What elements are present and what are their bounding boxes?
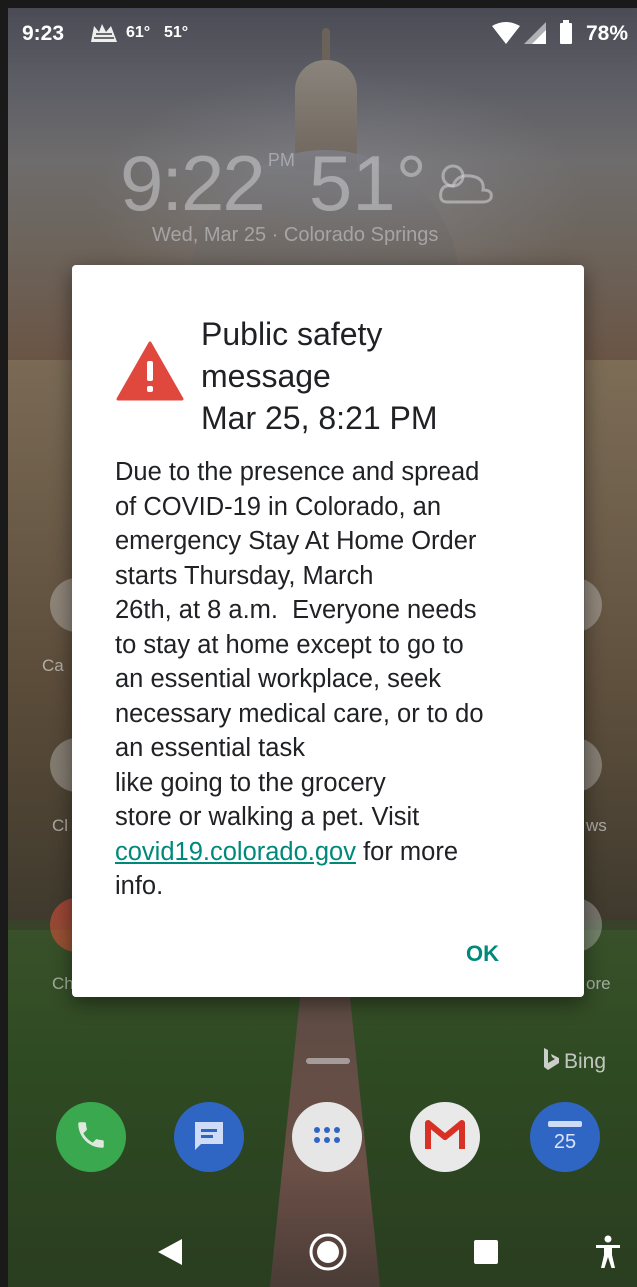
status-temp-low: 51° [164, 24, 189, 41]
message-line: an essential workplace, seek [115, 665, 442, 693]
home-icon [308, 1232, 348, 1277]
bing-search[interactable]: Bing [542, 1048, 606, 1076]
status-time: 9:23 [22, 22, 65, 45]
dialog-title: Public safety message Mar 25, 8:21 PM [201, 313, 561, 439]
dialog-title-line: message [201, 358, 331, 394]
accessibility-icon [595, 1235, 621, 1274]
ghost-app-label: ws [586, 816, 607, 835]
app-drawer-app[interactable] [292, 1102, 362, 1172]
partly-cloudy-icon [433, 158, 497, 208]
message-line: of COVID-19 in Colorado, an [115, 492, 441, 521]
status-bar: 9:23 61° 51° 78% [8, 12, 637, 52]
app-drawer-icon [312, 1125, 342, 1150]
public-safety-dialog: Public safety message Mar 25, 8:21 PM Du… [72, 265, 584, 997]
message-line: starts Thursday, March [115, 561, 374, 590]
recents-icon [472, 1238, 500, 1271]
clock-widget[interactable]: 9:22 PM 51° [120, 138, 497, 228]
wallpaper-building-left [8, 360, 78, 920]
app-drawer-handle[interactable] [306, 1058, 350, 1064]
clock-temperature: 51° [308, 139, 427, 227]
messages-icon [191, 1118, 227, 1157]
phone-icon [74, 1118, 108, 1157]
message-line: an essential task [115, 734, 305, 762]
ghost-app-label: Ca [42, 656, 64, 675]
covid-info-link[interactable]: covid19.colorado.gov [115, 838, 356, 866]
accessibility-button[interactable] [586, 1232, 630, 1276]
message-line: info. [115, 872, 164, 900]
calendar-app[interactable]: 25 [530, 1102, 600, 1172]
bing-logo-icon [542, 1048, 560, 1076]
gmail-icon [424, 1119, 466, 1156]
dialog-title-line: Public safety [201, 316, 383, 352]
battery-icon [560, 20, 572, 44]
dialog-timestamp: Mar 25, 8:21 PM [201, 400, 438, 436]
calendar-day: 25 [553, 1130, 577, 1153]
signal-icon [524, 22, 546, 44]
calendar-icon: 25 [548, 1120, 582, 1154]
ghost-app-label: Ch [52, 974, 74, 993]
screen-border-left [0, 0, 8, 1287]
ok-button[interactable]: OK [466, 941, 499, 967]
warning-triangle-icon [116, 341, 184, 401]
message-link-suffix: for more [356, 837, 459, 866]
clock-subtitle: Wed, Mar 25 · Colorado Springs [152, 224, 439, 246]
ghost-app-label: Cl [52, 816, 69, 835]
status-temp-high: 61° [126, 24, 151, 41]
message-line: 26th, at 8 a.m. Everyone needs [115, 596, 477, 624]
bing-label: Bing [564, 1050, 607, 1073]
navigation-bar [8, 1210, 637, 1287]
message-line: like going to the grocery [115, 768, 386, 797]
home-button[interactable] [306, 1232, 350, 1276]
screen-border-top [0, 0, 637, 8]
back-icon [156, 1237, 184, 1272]
message-line: store or walking a pet. Visit [115, 803, 420, 831]
message-line: emergency Stay At Home Order [115, 527, 477, 555]
ghost-app-label: ore [586, 974, 611, 993]
clock-time: 9:22 [120, 139, 266, 227]
phone-app[interactable] [56, 1102, 126, 1172]
message-line: covid19.colorado.gov for more [115, 835, 555, 870]
battery-percent: 78% [586, 22, 629, 45]
dialog-message: Due to the presence and spread of COVID-… [115, 455, 555, 904]
gmail-app[interactable] [410, 1102, 480, 1172]
clock-ampm: PM [267, 150, 295, 170]
wifi-icon [492, 22, 520, 44]
message-line: necessary medical care, or to do [115, 699, 484, 728]
messages-app[interactable] [174, 1102, 244, 1172]
back-button[interactable] [148, 1232, 192, 1276]
message-line: to stay at home except to go to [115, 630, 464, 659]
wallpaper-building-right [585, 360, 637, 920]
cat-weather-icon [88, 20, 120, 46]
recents-button[interactable] [464, 1232, 508, 1276]
message-line: Due to the presence and spread [115, 458, 480, 486]
